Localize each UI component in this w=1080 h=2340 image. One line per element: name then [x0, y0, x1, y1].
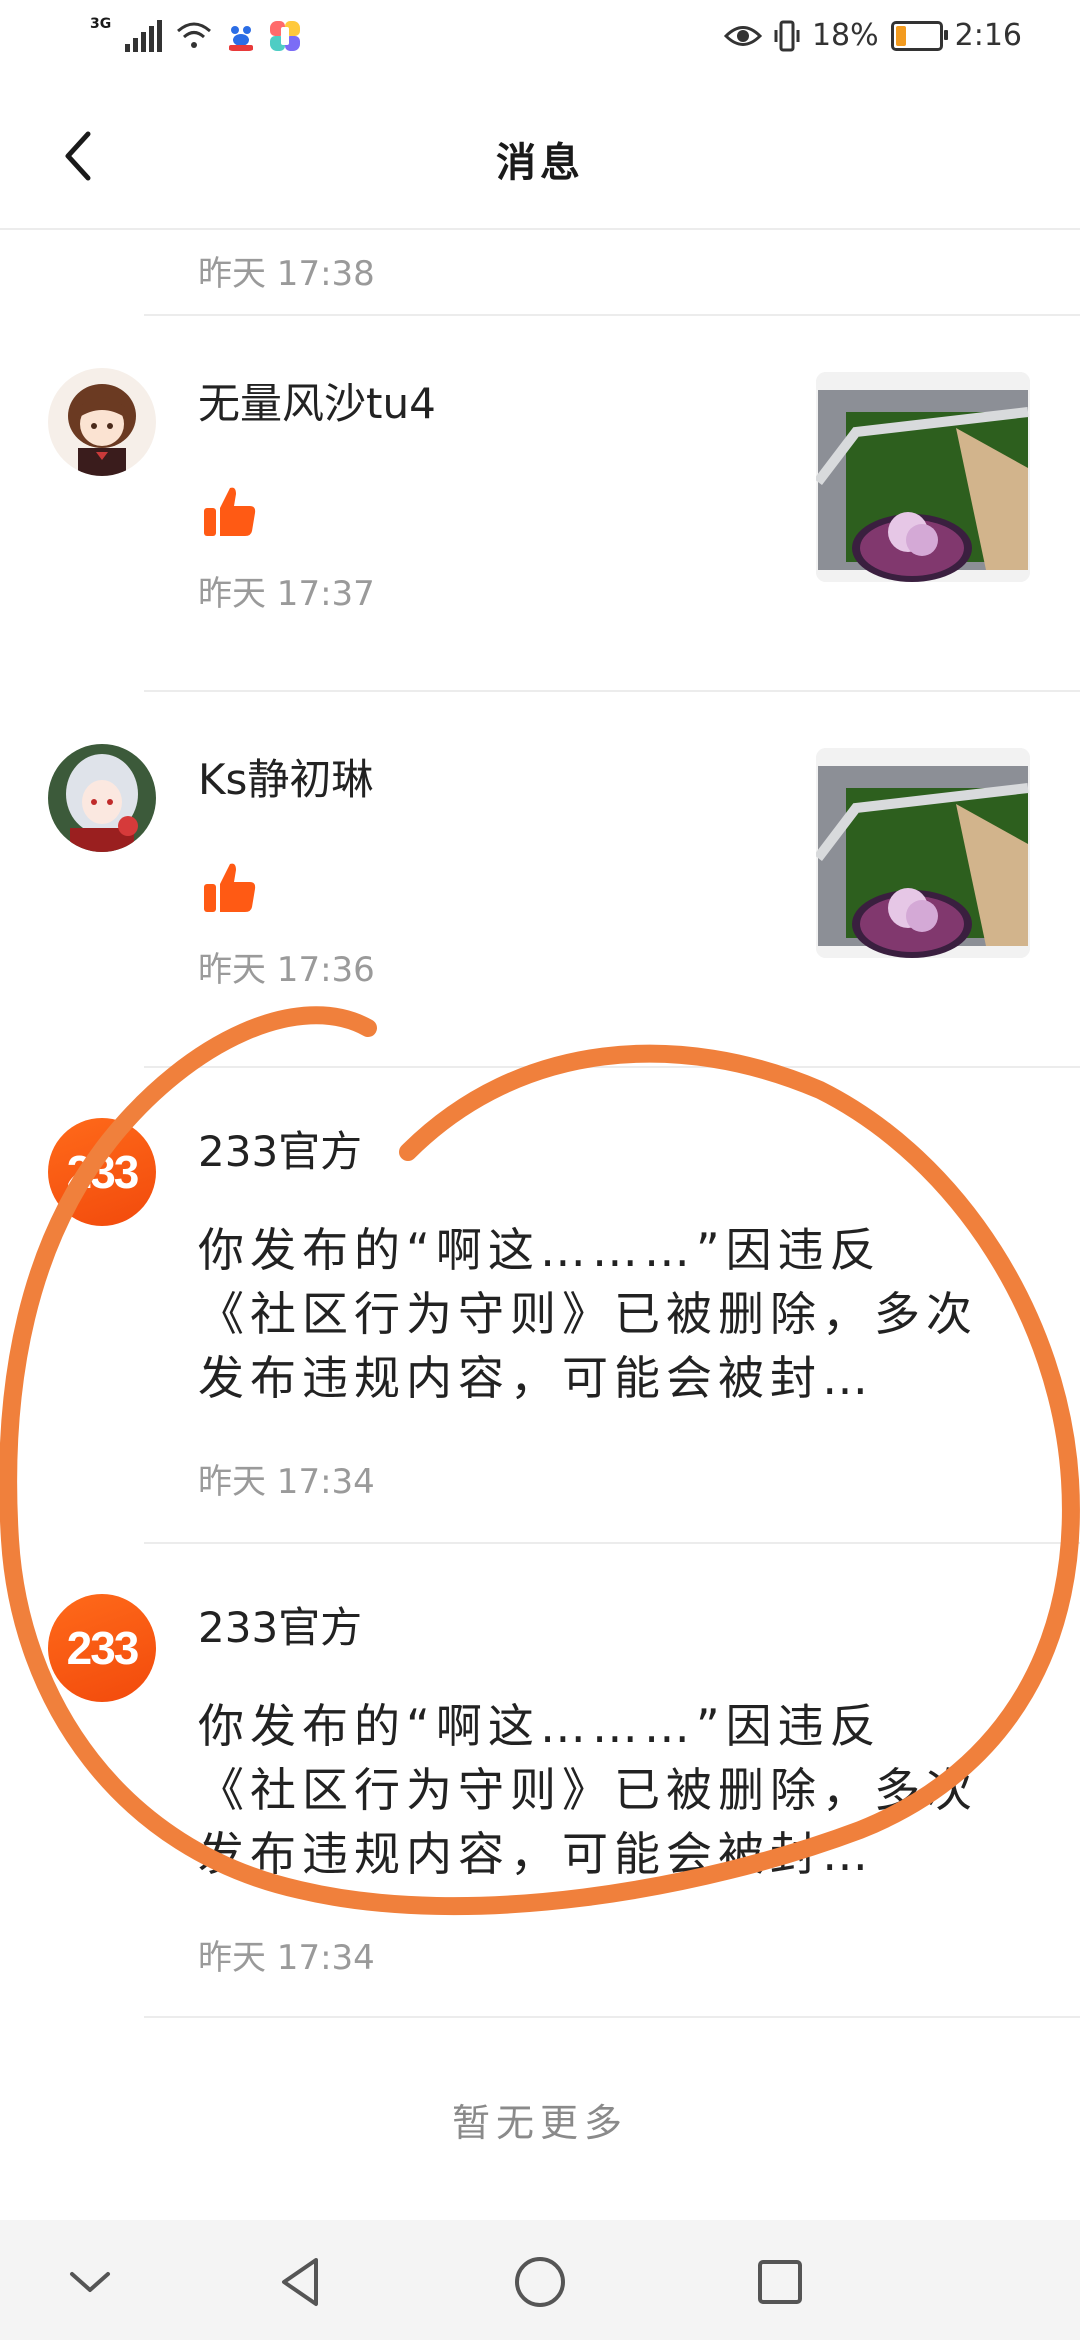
page-title: 消息	[496, 140, 584, 186]
user-name[interactable]: 233官方	[198, 1594, 362, 1655]
nav-back-icon[interactable]	[270, 2252, 330, 2312]
user-name[interactable]: 无量风沙tu4	[198, 370, 436, 431]
vibrate-icon	[774, 20, 800, 51]
user-name[interactable]: 233官方	[198, 1118, 362, 1179]
app-header: 消息	[0, 84, 1080, 230]
list-item-time: 昨天 17:34	[198, 1938, 375, 1978]
list-item-time: 昨天 17:36	[198, 950, 375, 990]
eye-comfort-icon	[723, 25, 762, 46]
colorful-app-icon	[270, 21, 301, 51]
list-item-time: 昨天 17:38	[198, 254, 375, 294]
list-item[interactable]: 无量风沙tu4 昨天 17:37	[0, 316, 1080, 690]
thumbs-up-icon	[204, 487, 256, 536]
message-text: 你发布的“啊这………”因违反《社区行为守则》已被删除，多次发布违规内容，可能会被…	[198, 1699, 978, 1881]
nav-collapse-icon[interactable]	[60, 2252, 120, 2312]
no-more-label: 暂无更多	[451, 2101, 628, 2145]
nav-home-icon[interactable]	[510, 2252, 570, 2312]
thumbs-up-icon	[204, 863, 256, 912]
post-thumbnail[interactable]	[816, 372, 1030, 582]
list-item-time: 昨天 17:34	[198, 1462, 375, 1502]
baidu-app-icon	[226, 21, 257, 51]
divider	[144, 2016, 1080, 2018]
avatar[interactable]	[48, 744, 156, 852]
post-thumbnail[interactable]	[816, 748, 1030, 958]
battery-percent: 18%	[811, 18, 879, 53]
clock: 2:16	[954, 18, 1022, 53]
official-logo[interactable]: 233	[48, 1118, 156, 1226]
official-logo[interactable]: 233	[48, 1594, 156, 1702]
user-name[interactable]: Ks静初琳	[198, 746, 373, 807]
nav-recents-icon[interactable]	[750, 2252, 810, 2312]
list-item[interactable]: 233 233官方 你发布的“啊这………”因违反《社区行为守则》已被删除，多次发…	[0, 1068, 1080, 1542]
list-item[interactable]: Ks静初琳 昨天 17:36	[0, 692, 1080, 1066]
signal-icon	[125, 20, 163, 52]
avatar[interactable]	[48, 368, 156, 476]
wifi-icon	[177, 22, 212, 48]
network-type: 3G	[90, 16, 112, 32]
list-item-time: 昨天 17:37	[198, 574, 375, 614]
status-left: 3G	[90, 16, 301, 52]
status-bar: 3G 18% 2:16	[0, 0, 1080, 84]
system-nav-bar	[0, 2220, 1080, 2340]
status-right: 18% 2:16	[723, 18, 1022, 53]
battery-icon	[890, 20, 948, 51]
message-text: 你发布的“啊这………”因违反《社区行为守则》已被删除，多次发布违规内容，可能会被…	[198, 1223, 978, 1405]
list-item[interactable]: 233 233官方 你发布的“啊这………”因违反《社区行为守则》已被删除，多次发…	[0, 1544, 1080, 2018]
